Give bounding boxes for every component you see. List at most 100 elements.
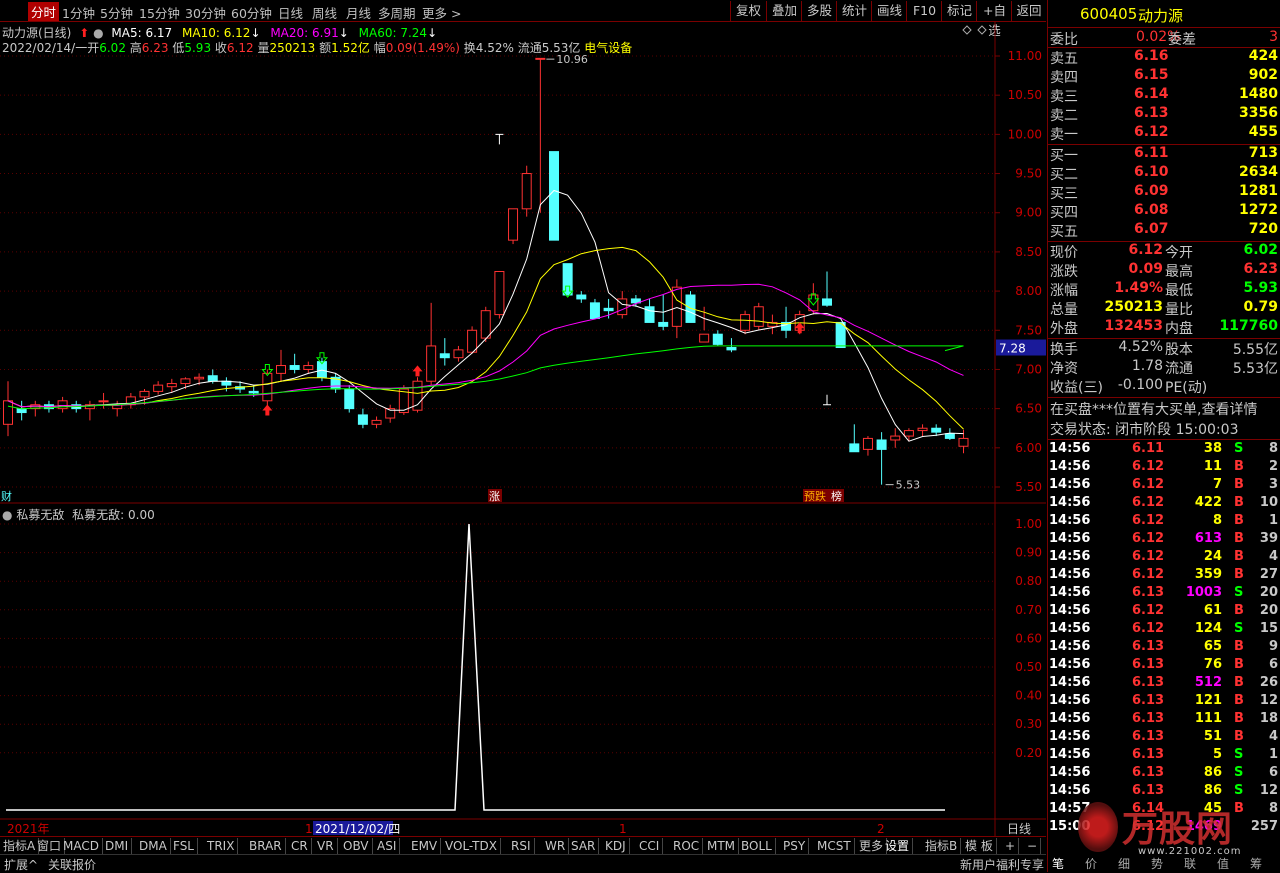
period-tab[interactable]: 30分钟 (185, 3, 226, 22)
indicator-tab[interactable]: KDJ (602, 838, 630, 854)
toolbar-button[interactable]: 统计 (836, 1, 872, 21)
indicator-tab[interactable]: FSL (170, 838, 198, 854)
candle-body[interactable] (98, 400, 109, 403)
indicator-tab[interactable]: VOL-TDX (442, 838, 501, 854)
candle-body[interactable] (357, 414, 368, 425)
toolbar-button[interactable]: 返回 (1011, 1, 1046, 21)
candle-body[interactable] (603, 307, 614, 312)
candle-body[interactable] (521, 173, 532, 210)
period-tab[interactable]: 1分钟 (62, 3, 95, 22)
indicator-tab[interactable]: MACD (60, 838, 103, 854)
toolbar-button[interactable]: 画线 (871, 1, 907, 21)
collapse-icon[interactable]: ● (2, 508, 12, 522)
expand-button[interactable]: 扩展^ (4, 856, 38, 873)
toolbar-button[interactable]: 叠加 (766, 1, 802, 21)
indicator-tab[interactable]: CR (288, 838, 312, 854)
indicator-tab[interactable]: ASI (374, 838, 401, 854)
candle-body[interactable] (207, 375, 218, 382)
indicator-tab[interactable]: SAR (568, 838, 600, 854)
candle-body[interactable] (153, 384, 164, 392)
candle-body[interactable] (480, 310, 491, 339)
indicator-tab[interactable]: ROC (670, 838, 704, 854)
candle-body[interactable] (671, 286, 682, 327)
period-tab[interactable]: 月线 (346, 3, 371, 22)
order-book-row[interactable]: 买一 6.11 713 (1048, 145, 1280, 164)
period-tab[interactable]: 多周期 (378, 3, 416, 22)
candle-body[interactable] (903, 430, 914, 437)
candle-body[interactable] (876, 439, 887, 450)
order-book-row[interactable]: 卖四 6.15 902 (1048, 67, 1280, 86)
candle-body[interactable] (439, 353, 450, 359)
detail-tab[interactable]: 联 (1184, 855, 1196, 872)
toolbar-button[interactable]: +自选 (976, 1, 1012, 38)
candle-body[interactable] (658, 321, 669, 327)
indicator-tab[interactable]: EMV (408, 838, 442, 854)
candle-body[interactable] (494, 271, 505, 316)
candle-body[interactable] (712, 333, 723, 345)
order-book-row[interactable]: 卖五 6.16 424 (1048, 48, 1280, 67)
candle-body[interactable] (890, 435, 901, 441)
indicator-tab[interactable]: WR (542, 838, 570, 854)
candle-body[interactable] (248, 390, 259, 394)
order-book-row[interactable]: 买二 6.10 2634 (1048, 164, 1280, 183)
indicator-tab[interactable]: OBV (340, 838, 373, 854)
order-book-row[interactable]: 买四 6.08 1272 (1048, 202, 1280, 221)
toolbar-button[interactable]: F10 (906, 1, 942, 21)
candle-body[interactable] (426, 345, 437, 382)
candle-body[interactable] (453, 349, 464, 359)
candle-body[interactable] (576, 294, 587, 300)
indicator-tab[interactable]: CCI (636, 838, 664, 854)
indicator-tab[interactable]: 设置 (882, 838, 914, 854)
period-tab[interactable]: 更多 > (422, 3, 461, 22)
indicator-tab[interactable]: DMA (136, 838, 171, 854)
candle-body[interactable] (139, 390, 150, 398)
order-book-row[interactable]: 买三 6.09 1281 (1048, 183, 1280, 202)
candle-body[interactable] (371, 419, 382, 425)
period-tab[interactable]: 分时 (28, 2, 60, 21)
indicator-tab[interactable]: BOLL (738, 838, 776, 854)
candle-body[interactable] (753, 306, 764, 327)
settings-icon[interactable]: ● (93, 26, 103, 40)
order-book-row[interactable]: 买五 6.07 720 (1048, 221, 1280, 240)
order-book-row[interactable]: 卖三 6.14 1480 (1048, 86, 1280, 105)
detail-tab[interactable]: 细 (1118, 855, 1130, 872)
candle-body[interactable] (344, 388, 355, 410)
candle-body[interactable] (180, 378, 191, 385)
indicator-tab[interactable]: DMI (102, 838, 133, 854)
candle-body[interactable] (194, 376, 205, 380)
period-tab[interactable]: 日线 (278, 3, 303, 22)
zoom-in-button[interactable]: + (1002, 838, 1020, 854)
zoom-out-button[interactable]: − (1024, 838, 1042, 854)
indicator-tab[interactable]: PSY (780, 838, 810, 854)
period-tab[interactable]: 60分钟 (231, 3, 272, 22)
candle-body[interactable] (562, 263, 573, 296)
kline-chart[interactable]: 11.0010.5010.009.509.008.508.007.507.006… (0, 22, 1046, 836)
indicator-tab[interactable]: TRIX (204, 838, 239, 854)
candle-body[interactable] (166, 383, 177, 388)
toolbar-button[interactable]: 标记 (941, 1, 977, 21)
order-book-row[interactable]: 卖二 6.13 3356 (1048, 105, 1280, 124)
order-book-row[interactable]: 卖一 6.12 455 (1048, 124, 1280, 143)
candle-body[interactable] (549, 151, 559, 241)
big-order-notice[interactable]: 在买盘***位置有大买单,查看详情 (1048, 399, 1280, 418)
candle-body[interactable] (931, 427, 942, 433)
candle-body[interactable] (262, 372, 273, 402)
period-tab[interactable]: 15分钟 (139, 3, 180, 22)
detail-tab[interactable]: 势 (1151, 855, 1163, 872)
related-quote-button[interactable]: 关联报价 (48, 856, 96, 873)
candle-body[interactable] (726, 347, 737, 351)
indicator-tab[interactable]: BRAR (246, 838, 286, 854)
candle-body[interactable] (3, 400, 13, 425)
indicator-tab[interactable]: MTM (704, 838, 740, 854)
period-label[interactable]: 日线 (1007, 822, 1031, 836)
detail-tab[interactable]: 价 (1085, 855, 1097, 872)
template-button[interactable]: 模 板 (962, 838, 997, 854)
toolbar-button[interactable]: 复权 (730, 1, 766, 21)
candle-body[interactable] (589, 302, 600, 320)
promo-link[interactable]: 新用户福利专享 (960, 856, 1044, 873)
indicator-tab[interactable]: RSI (508, 838, 535, 854)
candle-body[interactable] (808, 294, 819, 312)
candle-body[interactable] (944, 433, 955, 439)
detail-tab[interactable]: 笔 (1052, 855, 1064, 872)
candle-body[interactable] (958, 437, 969, 447)
